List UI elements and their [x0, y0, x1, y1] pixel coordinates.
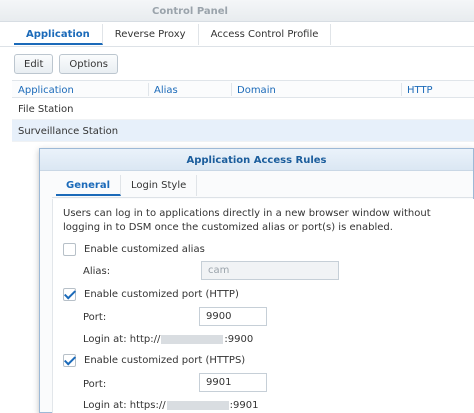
table-header: Application Alias Domain HTTP — [12, 80, 474, 98]
https-checkbox-label: Enable customized port (HTTPS) — [84, 355, 246, 366]
tab-access-control-profile[interactable]: Access Control Profile — [199, 24, 332, 45]
dialog-tabs-divider — [52, 197, 473, 198]
application-access-rules-dialog: Application Access Rules General Login S… — [39, 148, 474, 413]
tabs-divider — [0, 46, 474, 47]
https-port-checkbox[interactable] — [63, 354, 76, 367]
tab-login-style[interactable]: Login Style — [121, 175, 198, 196]
column-header-alias[interactable]: Alias — [148, 85, 178, 96]
description-text: Users can log in to applications directl… — [63, 208, 431, 233]
http-checkbox-row[interactable]: Enable customized port (HTTP) — [63, 288, 239, 301]
tab-reverse-proxy[interactable]: Reverse Proxy — [103, 24, 199, 45]
http-login-url: Login at: http:// :9900 — [83, 334, 253, 345]
masked-host — [161, 335, 224, 344]
http-port-input[interactable]: 9900 — [199, 307, 267, 326]
general-tab-content: Users can log in to applications directl… — [52, 199, 474, 413]
alias-label: Alias: — [83, 266, 111, 277]
column-header-http[interactable]: HTTP — [401, 85, 433, 96]
alias-input[interactable]: cam — [201, 261, 339, 280]
window-title: Control Panel — [152, 6, 228, 17]
row-application-name: File Station — [18, 104, 74, 115]
https-port-input[interactable]: 9901 — [199, 373, 267, 392]
http-port-label: Port: — [83, 312, 107, 323]
dialog-tabs: General Login Style — [56, 175, 198, 197]
column-header-domain[interactable]: Domain — [231, 85, 276, 96]
edit-button[interactable]: Edit — [14, 54, 54, 74]
main-tabs: Application Reverse Proxy Access Control… — [14, 24, 332, 46]
http-login-prefix: Login at: http:// — [83, 334, 161, 345]
masked-host — [166, 401, 229, 410]
dialog-title: Application Access Rules — [40, 149, 473, 171]
https-checkbox-row[interactable]: Enable customized port (HTTPS) — [63, 354, 245, 367]
tab-general[interactable]: General — [56, 175, 121, 196]
http-checkbox-label: Enable customized port (HTTP) — [84, 289, 239, 300]
https-login-url: Login at: https:// :9901 — [83, 400, 258, 411]
alias-checkbox-label: Enable customized alias — [84, 244, 205, 255]
toolbar: Edit Options — [14, 54, 118, 74]
window-titlebar[interactable]: Control Panel — [0, 0, 474, 22]
options-button[interactable]: Options — [59, 54, 118, 74]
alias-checkbox-row[interactable]: Enable customized alias — [63, 243, 205, 256]
http-login-suffix: :9900 — [224, 334, 254, 345]
row-application-name: Surveillance Station — [18, 126, 119, 137]
application-table: Application Alias Domain HTTP File Stati… — [12, 80, 474, 142]
column-header-application[interactable]: Application — [12, 85, 74, 96]
alias-checkbox[interactable] — [63, 243, 76, 256]
table-row[interactable]: Surveillance Station — [12, 120, 474, 142]
http-port-checkbox[interactable] — [63, 288, 76, 301]
https-login-suffix: :9901 — [229, 400, 259, 411]
https-login-prefix: Login at: https:// — [83, 400, 166, 411]
table-row[interactable]: File Station — [12, 98, 474, 120]
tab-application[interactable]: Application — [14, 24, 103, 45]
https-port-label: Port: — [83, 379, 107, 390]
